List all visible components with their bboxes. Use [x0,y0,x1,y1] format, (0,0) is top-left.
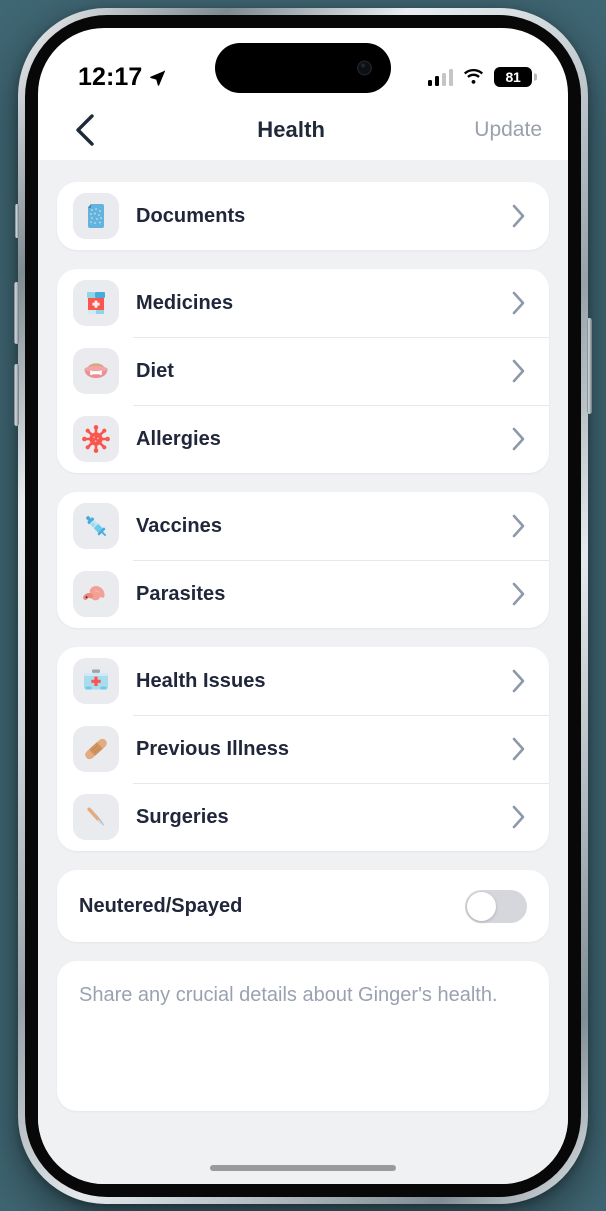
list-item-label: Previous Illness [136,737,290,760]
syringe-icon [73,503,119,549]
chevron-right-icon [512,427,525,451]
chevron-right-icon [512,514,525,538]
update-button[interactable]: Update [474,118,544,142]
toggle-knob [467,891,496,921]
health-notes-placeholder: Share any crucial details about Ginger's… [79,984,498,1006]
cellular-signal-icon [427,68,453,86]
neutered-spayed-card: Neutered/Spayed [57,870,549,942]
list-item-label: Allergies [136,427,221,450]
volume-down-button[interactable] [14,364,19,426]
list-item-label: Medicines [136,291,234,314]
chevron-right-icon [512,359,525,383]
list-item-allergies[interactable]: Allergies [57,405,549,473]
phone-screen: 12:17 81 Health Update Documents Medicin… [38,28,568,1184]
status-bar-left: 12:17 [78,63,166,92]
list-item-previous-illness[interactable]: Previous Illness [57,715,549,783]
chevron-right-icon [512,669,525,693]
health-content-scroll[interactable]: Documents Medicines Diet Allergies Vacci… [38,160,568,1184]
allergen-virus-icon [73,416,119,462]
list-item-label: Health Issues [136,669,266,692]
list-item-label: Vaccines [136,514,223,537]
conditions-group: Health Issues Previous Illness Surgeries [57,647,549,851]
documents-group: Documents [57,182,549,250]
status-bar-right: 81 [427,67,532,87]
list-item-health-issues[interactable]: Health Issues [57,647,549,715]
scalpel-icon [73,794,119,840]
page-title: Health [257,117,326,142]
navigation-bar: Health Update [38,100,568,160]
back-button[interactable] [62,107,108,153]
list-item-parasites[interactable]: Parasites [57,560,549,628]
worm-icon [73,571,119,617]
pill-bottle-icon [73,280,119,326]
pet-food-bowl-icon [73,348,119,394]
wifi-icon [463,68,484,84]
power-button[interactable] [587,318,592,414]
volume-up-button[interactable] [14,282,19,344]
dynamic-island [215,43,391,93]
first-aid-kit-icon [73,658,119,704]
status-bar-time: 12:17 [78,62,143,91]
chevron-left-icon [76,114,94,146]
chevron-right-icon [512,204,525,228]
chevron-right-icon [512,805,525,829]
list-item-label: Documents [136,204,246,227]
phone-device: 12:17 81 Health Update Documents Medicin… [14,8,592,1204]
front-camera-icon [357,60,372,76]
neutered-spayed-toggle[interactable] [465,889,527,923]
document-file-icon [73,193,119,239]
list-item-surgeries[interactable]: Surgeries [57,783,549,851]
battery-level-label: 81 [505,69,521,85]
list-item-label: Diet [136,359,174,382]
neutered-spayed-row[interactable]: Neutered/Spayed [57,870,549,942]
home-indicator[interactable] [210,1165,396,1171]
chevron-right-icon [512,291,525,315]
chevron-right-icon [512,582,525,606]
battery-indicator: 81 [494,67,532,87]
location-arrow-icon [150,69,166,86]
health-notes-field[interactable]: Share any crucial details about Ginger's… [57,961,549,1111]
medical-group: Medicines Diet Allergies [57,269,549,473]
bandage-icon [73,726,119,772]
list-item-label: Parasites [136,582,226,605]
chevron-right-icon [512,737,525,761]
list-item-diet[interactable]: Diet [57,337,549,405]
neutered-spayed-label: Neutered/Spayed [79,894,243,917]
list-item-medicines[interactable]: Medicines [57,269,549,337]
list-item-label: Surgeries [136,805,229,828]
silent-switch-button[interactable] [15,204,19,238]
prevention-group: Vaccines Parasites [57,492,549,628]
list-item-documents[interactable]: Documents [57,182,549,250]
list-item-vaccines[interactable]: Vaccines [57,492,549,560]
